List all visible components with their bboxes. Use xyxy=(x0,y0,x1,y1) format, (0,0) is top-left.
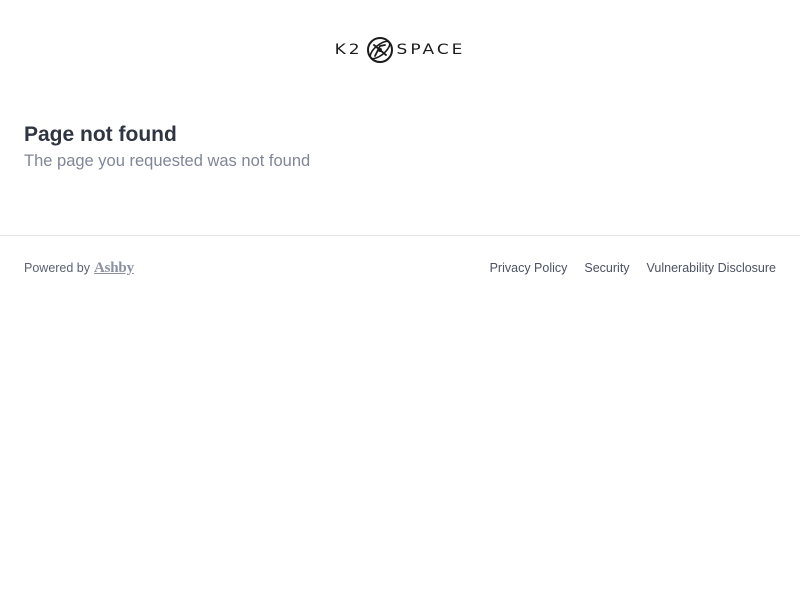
page: K2 SPACE Page not found The page you req… xyxy=(0,0,800,600)
company-logo[interactable]: K2 SPACE xyxy=(335,36,466,64)
page-title: Page not found xyxy=(24,123,177,146)
footer-links: Privacy Policy Security Vulnerability Di… xyxy=(490,261,776,275)
privacy-policy-link[interactable]: Privacy Policy xyxy=(490,261,568,275)
footer-divider xyxy=(0,235,800,236)
footer: Powered by Ashby Privacy Policy Security… xyxy=(24,256,776,280)
powered-by-label: Powered by xyxy=(24,260,91,275)
powered-by: Powered by Ashby xyxy=(24,260,134,277)
page-subtitle: The page you requested was not found xyxy=(24,152,311,170)
main-content: Page not found The page you requested wa… xyxy=(24,121,776,174)
logo-text-left: K2 xyxy=(334,41,363,59)
security-link[interactable]: Security xyxy=(584,261,629,275)
satellite-orbit-icon xyxy=(366,37,393,63)
logo-text-right: SPACE xyxy=(396,41,466,59)
vulnerability-disclosure-link[interactable]: Vulnerability Disclosure xyxy=(647,261,776,275)
header: K2 SPACE xyxy=(0,33,800,67)
ashby-logo-link[interactable]: Ashby xyxy=(94,260,134,277)
